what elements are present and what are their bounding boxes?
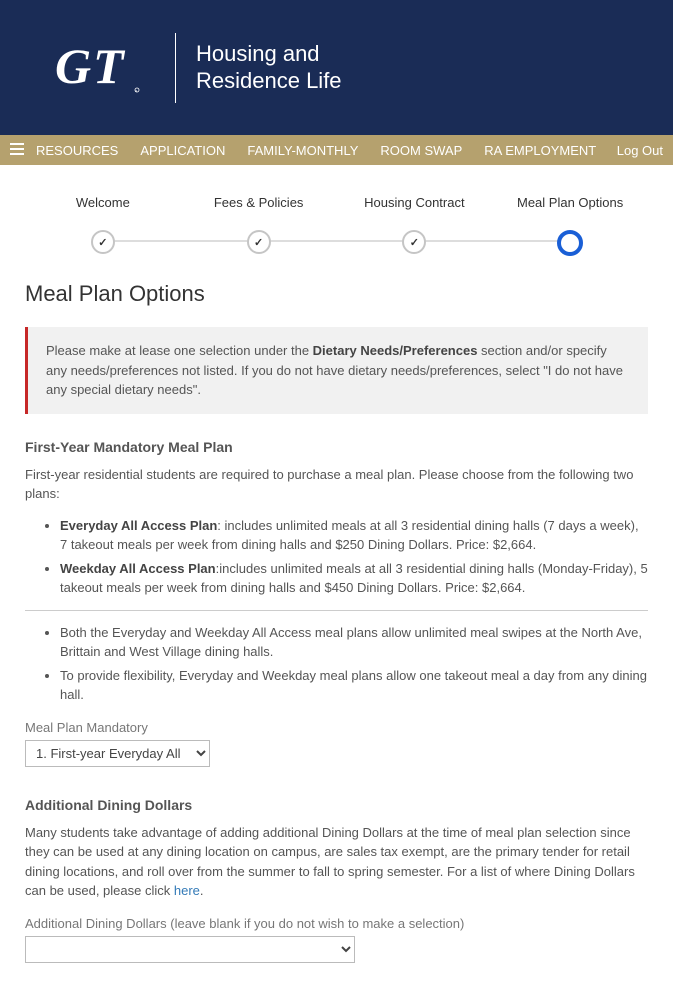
step-housing-contract[interactable]: Housing Contract <box>337 195 493 256</box>
nav-resources[interactable]: RESOURCES <box>36 143 118 158</box>
nav-application[interactable]: APPLICATION <box>140 143 225 158</box>
svg-text:T: T <box>93 38 126 94</box>
main-content: Welcome Fees & Policies Housing Contract… <box>0 195 673 993</box>
plan-list: Everyday All Access Plan: includes unlim… <box>25 516 648 598</box>
meal-plan-select-label: Meal Plan Mandatory <box>25 720 648 735</box>
plan-item-everyday: Everyday All Access Plan: includes unlim… <box>60 516 648 555</box>
nav-logout[interactable]: Log Out <box>617 143 663 158</box>
dining-dollars-select[interactable] <box>25 936 355 963</box>
gt-logo: G T R <box>55 38 155 98</box>
dining-dollars-text-pre: Many students take advantage of adding a… <box>25 825 635 899</box>
dining-dollars-text: Many students take advantage of adding a… <box>25 823 648 901</box>
step-check-icon <box>402 230 426 254</box>
meal-plan-select[interactable]: 1. First-year Everyday All <box>25 740 210 767</box>
step-label: Meal Plan Options <box>517 195 623 210</box>
nav-room-swap[interactable]: ROOM SWAP <box>380 143 462 158</box>
notes-list: Both the Everyday and Weekday All Access… <box>25 623 648 705</box>
plan-name: Everyday All Access Plan <box>60 518 217 533</box>
dining-dollars-select-label: Additional Dining Dollars (leave blank i… <box>25 916 648 931</box>
header-banner: G T R Housing and Residence Life <box>0 0 673 135</box>
hamburger-icon[interactable] <box>10 143 24 158</box>
logo-group: G T R Housing and Residence Life <box>55 33 342 103</box>
navbar: RESOURCES APPLICATION FAMILY-MONTHLY ROO… <box>0 135 673 165</box>
logo-text-line1: Housing and <box>196 41 342 67</box>
logo-text-line2: Residence Life <box>196 68 342 94</box>
dining-dollars-text-post: . <box>200 883 204 898</box>
dining-dollars-title: Additional Dining Dollars <box>25 797 648 813</box>
step-fees-policies[interactable]: Fees & Policies <box>181 195 337 256</box>
step-current-icon <box>557 230 583 256</box>
page-title: Meal Plan Options <box>25 281 648 307</box>
first-year-title: First-Year Mandatory Meal Plan <box>25 439 648 455</box>
first-year-intro: First-year residential students are requ… <box>25 465 648 504</box>
step-check-icon <box>91 230 115 254</box>
stepper: Welcome Fees & Policies Housing Contract… <box>25 195 648 256</box>
plan-name: Weekday All Access Plan <box>60 561 216 576</box>
stepper-line <box>259 240 415 242</box>
step-check-icon <box>247 230 271 254</box>
separator <box>25 610 648 611</box>
note-item: To provide flexibility, Everyday and Wee… <box>60 666 648 705</box>
plan-item-weekday: Weekday All Access Plan:includes unlimit… <box>60 559 648 598</box>
alert-box: Please make at lease one selection under… <box>25 327 648 414</box>
step-meal-plan-options[interactable]: Meal Plan Options <box>492 195 648 256</box>
alert-text-bold: Dietary Needs/Preferences <box>313 343 478 358</box>
step-welcome[interactable]: Welcome <box>25 195 181 256</box>
step-label: Housing Contract <box>364 195 464 210</box>
stepper-line <box>414 240 570 242</box>
svg-text:G: G <box>55 38 91 94</box>
logo-divider <box>175 33 176 103</box>
nav-items: RESOURCES APPLICATION FAMILY-MONTHLY ROO… <box>36 143 617 158</box>
note-item: Both the Everyday and Weekday All Access… <box>60 623 648 662</box>
alert-text-pre: Please make at lease one selection under… <box>46 343 313 358</box>
dining-dollars-link[interactable]: here <box>174 883 200 898</box>
logo-text: Housing and Residence Life <box>196 41 342 94</box>
nav-ra-employment[interactable]: RA EMPLOYMENT <box>484 143 596 158</box>
step-label: Welcome <box>76 195 130 210</box>
nav-family-monthly[interactable]: FAMILY-MONTHLY <box>247 143 358 158</box>
step-label: Fees & Policies <box>214 195 304 210</box>
stepper-line <box>103 240 259 242</box>
svg-text:R: R <box>135 89 138 93</box>
